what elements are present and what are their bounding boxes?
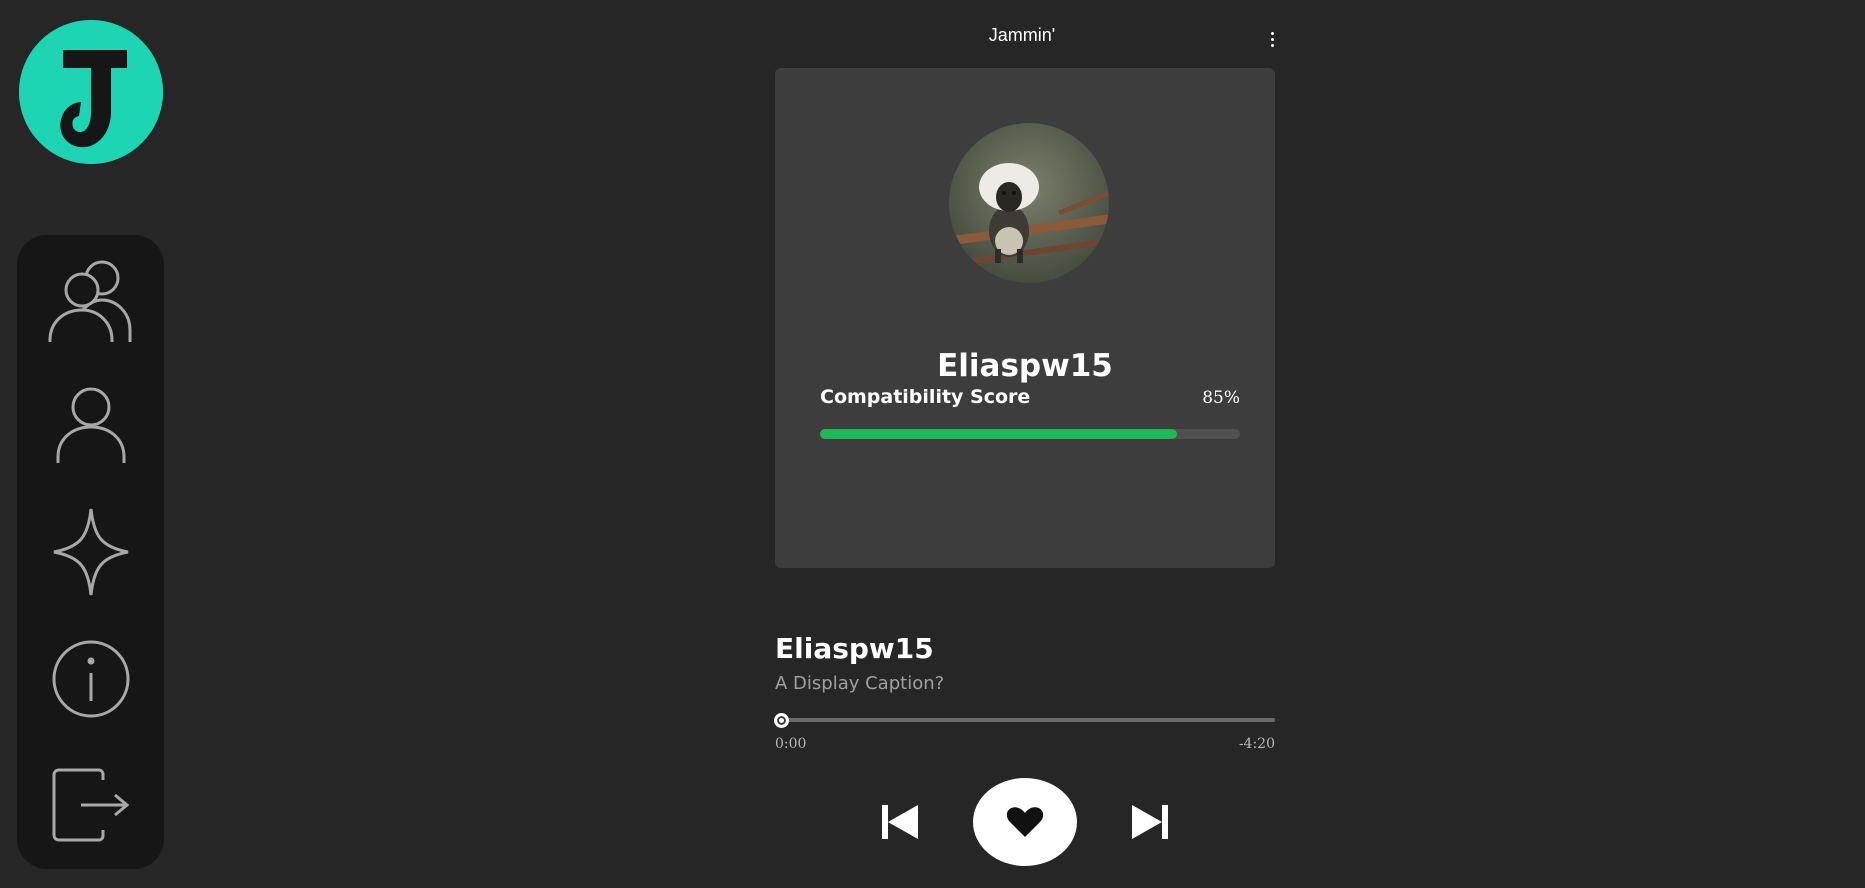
heart-icon bbox=[1006, 807, 1044, 837]
nav-item-friends[interactable] bbox=[17, 235, 164, 363]
playback-progress-thumb[interactable] bbox=[774, 713, 789, 728]
profile-card: Eliaspw15 Compatibility Score 85% bbox=[775, 68, 1275, 568]
like-button[interactable] bbox=[973, 778, 1077, 866]
nav-item-profile[interactable] bbox=[17, 361, 164, 489]
elapsed-time: 0:00 bbox=[775, 736, 807, 752]
user-icon bbox=[56, 387, 125, 463]
track-title: Eliaspw15 bbox=[775, 632, 934, 665]
users-icon bbox=[48, 260, 131, 342]
skip-back-icon bbox=[882, 805, 918, 839]
more-vertical-icon[interactable] bbox=[1262, 26, 1282, 52]
nav-item-info[interactable] bbox=[17, 615, 164, 743]
compatibility-bar bbox=[820, 429, 1240, 439]
jammin-logo-icon bbox=[19, 20, 163, 164]
skip-forward-icon bbox=[1132, 805, 1168, 839]
compatibility-bar-fill bbox=[820, 429, 1177, 439]
nav-item-logout[interactable] bbox=[17, 741, 164, 869]
nav-item-discover[interactable] bbox=[17, 488, 164, 616]
track-caption: A Display Caption? bbox=[775, 673, 945, 694]
card-username: Eliaspw15 bbox=[937, 348, 1113, 384]
app-logo[interactable] bbox=[19, 20, 163, 164]
compatibility-label: Compatibility Score bbox=[820, 386, 1031, 408]
app-title: Jammin' bbox=[988, 25, 1056, 45]
logout-icon bbox=[52, 768, 129, 842]
avatar-monkey-photo bbox=[949, 123, 1109, 283]
next-button[interactable] bbox=[1128, 800, 1172, 844]
playback-progress-bar[interactable] bbox=[778, 718, 1275, 722]
sparkle-icon bbox=[53, 508, 128, 596]
compatibility-value: 85% bbox=[1202, 388, 1240, 408]
sidebar-nav bbox=[17, 235, 164, 869]
previous-button[interactable] bbox=[878, 800, 922, 844]
remaining-time: -4:20 bbox=[1238, 736, 1275, 752]
info-icon bbox=[52, 640, 129, 718]
avatar bbox=[949, 123, 1109, 283]
